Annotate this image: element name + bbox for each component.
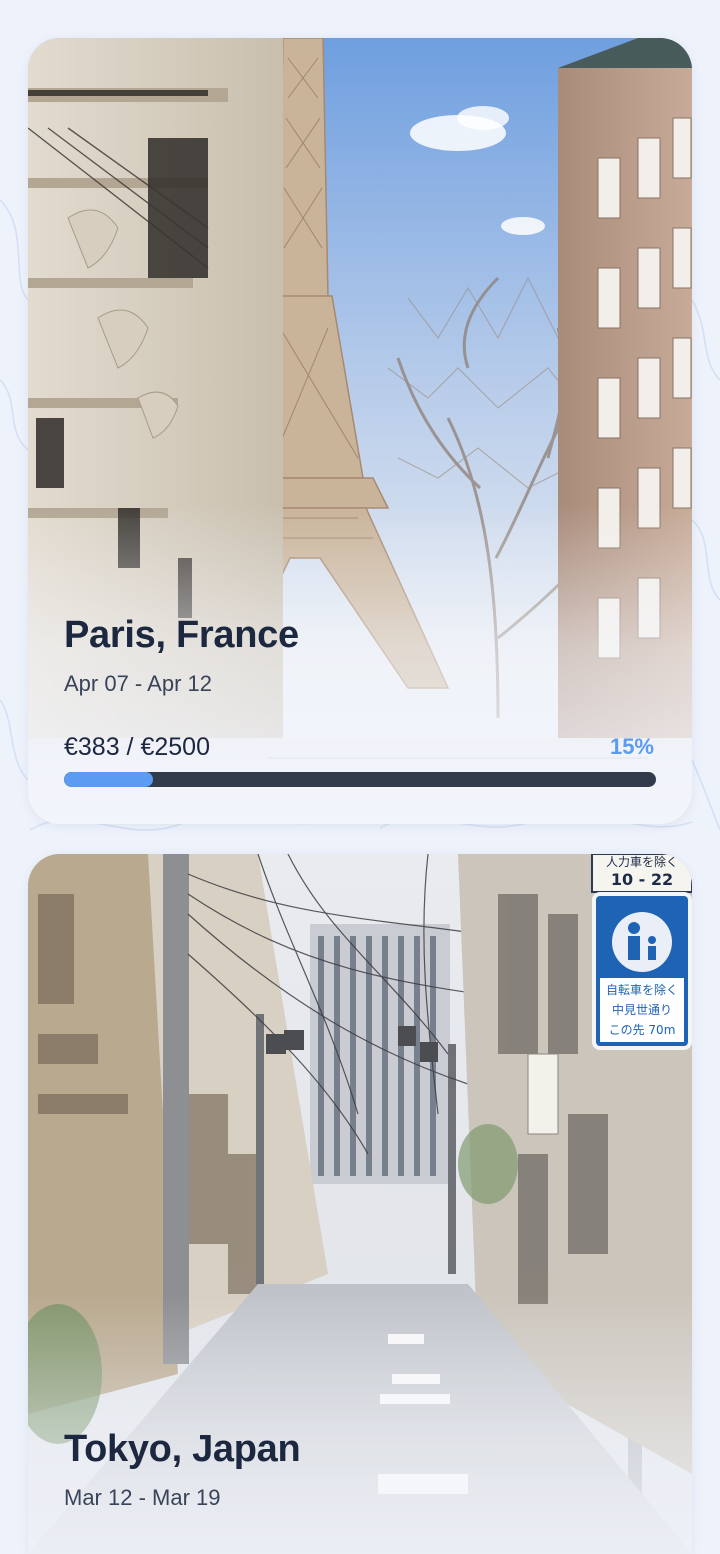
pedestrian-sign: 自転車を除く 中見世通り この先 70m — [600, 980, 684, 1040]
street-sign-top-line2: 10 - 22 — [610, 870, 674, 889]
trip-info: Paris, France Apr 07 - Apr 12 €383 / €25… — [64, 612, 656, 787]
budget-row: €383 / €2500 15% — [64, 732, 656, 762]
trip-card-tokyo[interactable]: 人力車を除く 10 - 22 自転車を除く 中見世通り この先 70m Toky… — [28, 854, 692, 1554]
photo-fade-overlay — [28, 1294, 692, 1554]
budget-progress-bar — [64, 772, 656, 787]
trip-feed: Paris, France Apr 07 - Apr 12 €383 / €25… — [28, 38, 692, 1554]
trip-city-title: Tokyo, Japan — [64, 1428, 301, 1470]
budget-spent-total: €383 / €2500 — [64, 733, 210, 761]
budget-progress-fill — [64, 772, 153, 787]
trip-card-paris[interactable]: Paris, France Apr 07 - Apr 12 €383 / €25… — [28, 38, 692, 824]
street-sign-top: 人力車を除く 10 - 22 — [594, 854, 690, 888]
street-sign-top-line1: 人力車を除く — [605, 855, 678, 869]
pedestrian-sign-line2: 中見世通り — [611, 1003, 672, 1017]
trip-dates: Apr 07 - Apr 12 — [64, 671, 212, 696]
trip-dates: Mar 12 - Mar 19 — [64, 1485, 221, 1510]
pedestrian-sign-line1: 自転車を除く — [605, 983, 678, 997]
trip-info: Tokyo, Japan Mar 12 - Mar 19 — [64, 1426, 656, 1512]
trip-city-title: Paris, France — [64, 614, 299, 656]
pedestrian-sign-line3: この先 70m — [608, 1023, 676, 1037]
budget-percent: 15% — [609, 734, 654, 759]
